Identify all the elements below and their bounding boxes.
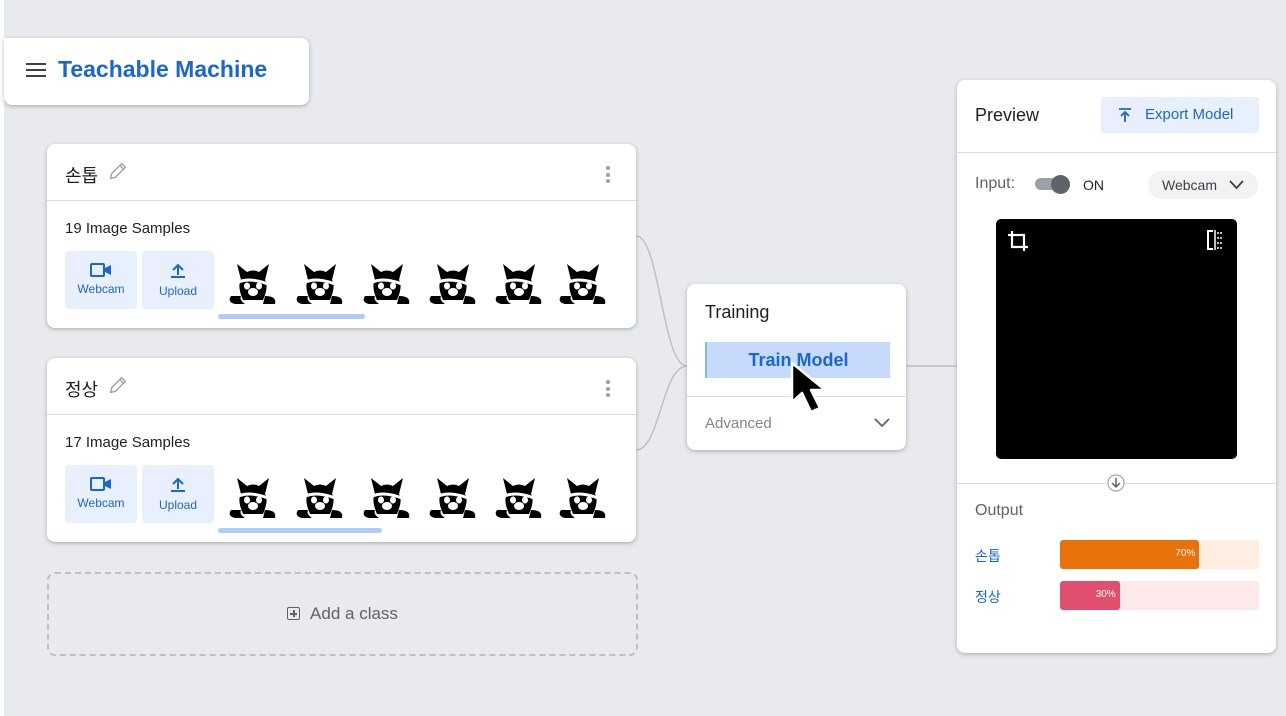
pencil-icon[interactable] xyxy=(107,374,129,396)
export-model-label: Export Model xyxy=(1145,106,1234,123)
sample-count: 17 Image Samples xyxy=(65,434,191,451)
cat-image-icon[interactable] xyxy=(425,470,481,520)
upload-button[interactable]: Upload xyxy=(142,465,214,523)
advanced-toggle[interactable]: Advanced xyxy=(705,415,772,432)
samples-scrollbar[interactable] xyxy=(218,314,365,319)
training-title: Training xyxy=(705,302,770,322)
input-source-select[interactable]: Webcam xyxy=(1148,171,1258,199)
input-label: Input: xyxy=(975,175,1016,192)
crop-icon[interactable] xyxy=(1006,229,1030,253)
cat-image-icon[interactable] xyxy=(359,470,415,520)
add-class-content: Add a class xyxy=(49,604,636,624)
mouse-cursor-icon xyxy=(790,361,827,414)
chevron-down-icon[interactable] xyxy=(874,418,890,428)
class-card: 정상 17 Image Samples Webcam Upload xyxy=(47,358,636,542)
add-box-icon xyxy=(287,607,301,620)
preview-title: Preview xyxy=(975,105,1040,125)
samples-scrollbar[interactable] xyxy=(218,528,382,533)
class-name[interactable]: 손톱 xyxy=(65,162,98,188)
export-icon xyxy=(1119,108,1131,122)
input-source-value: Webcam xyxy=(1162,177,1217,193)
video-camera-icon xyxy=(90,477,111,491)
chevron-down-icon xyxy=(1229,180,1244,190)
upload-button[interactable]: Upload xyxy=(142,251,214,309)
output-label: 손톱 xyxy=(975,548,1001,564)
toggle-state-label: ON xyxy=(1083,177,1104,193)
webcam-button[interactable]: Webcam xyxy=(65,251,137,309)
menu-icon[interactable] xyxy=(26,63,46,81)
cat-image-icon[interactable] xyxy=(425,256,481,306)
webcam-label: Webcam xyxy=(77,496,125,510)
flip-icon[interactable] xyxy=(1205,229,1225,251)
output-label: 정상 xyxy=(975,589,1001,605)
export-model-button[interactable]: Export Model xyxy=(1101,97,1259,133)
upload-icon xyxy=(171,263,185,278)
class-card-header: 손톱 xyxy=(47,144,636,201)
preview-panel: Preview Export Model Input: ON Webcam Ou… xyxy=(957,80,1276,653)
webcam-button[interactable]: Webcam xyxy=(65,465,137,523)
upload-label: Upload xyxy=(158,498,198,512)
cat-image-icon[interactable] xyxy=(359,256,415,306)
cat-image-icon[interactable] xyxy=(225,256,281,306)
cat-image-icon[interactable] xyxy=(292,470,348,520)
class-name[interactable]: 정상 xyxy=(65,376,98,402)
cat-image-icon[interactable] xyxy=(225,470,281,520)
webcam-preview xyxy=(996,219,1237,459)
confidence-percent: 30% xyxy=(1095,589,1116,600)
confidence-bar: 30% xyxy=(1060,581,1259,610)
add-class-button[interactable]: Add a class xyxy=(47,572,638,656)
class-card: 손톱 19 Image Samples Webcam Upload xyxy=(47,144,636,328)
upload-label: Upload xyxy=(158,284,198,298)
confidence-percent: 70% xyxy=(1175,548,1196,559)
cat-image-icon[interactable] xyxy=(292,256,348,306)
cat-image-icon[interactable] xyxy=(491,470,547,520)
class-card-header: 정상 xyxy=(47,358,636,415)
sample-count: 19 Image Samples xyxy=(65,220,191,237)
arrow-down-icon xyxy=(1107,474,1125,492)
more-vert-icon[interactable] xyxy=(606,380,610,400)
input-toggle-knob[interactable] xyxy=(1051,175,1070,194)
cat-image-icon[interactable] xyxy=(555,256,611,306)
output-title: Output xyxy=(975,502,1024,519)
video-camera-icon xyxy=(90,263,111,277)
add-class-label: Add a class xyxy=(310,604,398,623)
divider xyxy=(957,152,1276,153)
confidence-bar: 70% xyxy=(1060,540,1259,569)
pencil-icon[interactable] xyxy=(107,160,129,182)
webcam-label: Webcam xyxy=(77,282,125,296)
cat-image-icon[interactable] xyxy=(555,470,611,520)
app-title: Teachable Machine xyxy=(58,56,268,82)
upload-icon xyxy=(171,477,185,492)
more-vert-icon[interactable] xyxy=(606,166,610,186)
cat-image-icon[interactable] xyxy=(491,256,547,306)
